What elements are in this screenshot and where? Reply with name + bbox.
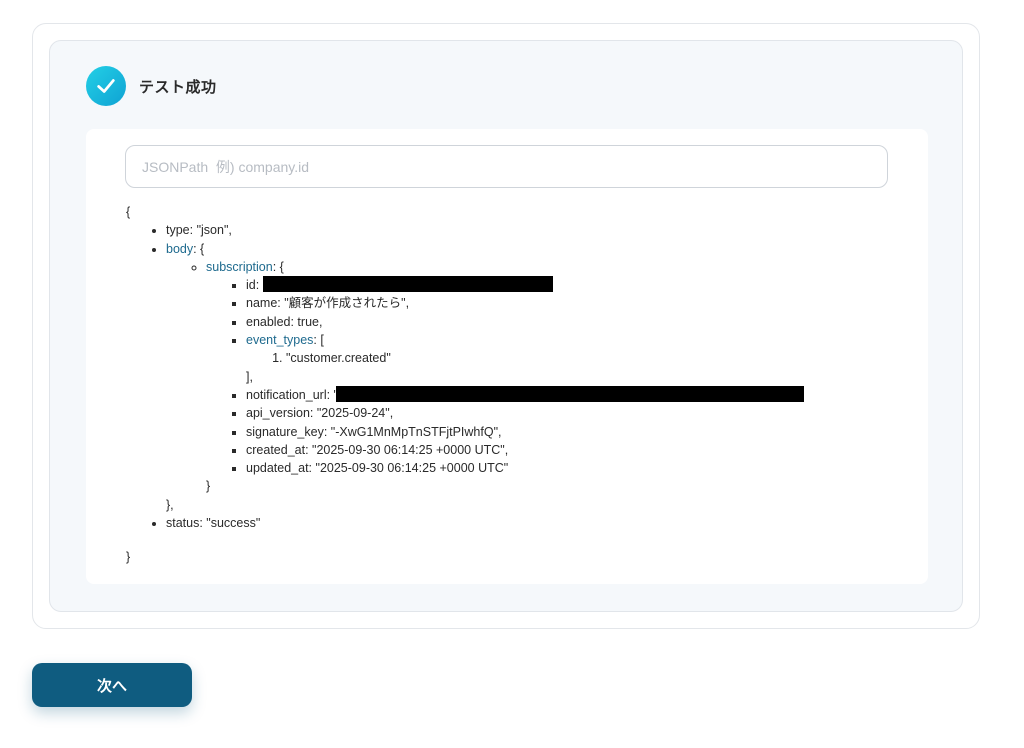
next-button[interactable]: 次へ bbox=[32, 663, 192, 707]
json-body-key[interactable]: body bbox=[166, 242, 193, 256]
json-enabled-line: enabled: true, bbox=[246, 313, 804, 331]
json-tree: { type: "json", body: { subscription: { … bbox=[126, 203, 804, 567]
redacted-block bbox=[336, 385, 804, 402]
json-id-line: id: bbox=[246, 276, 804, 294]
json-updated-at-line: updated_at: "2025-09-30 06:14:25 +0000 U… bbox=[246, 459, 804, 477]
json-event-types-close: ], bbox=[246, 369, 253, 384]
json-subscription-key[interactable]: subscription bbox=[206, 260, 273, 274]
json-created-at-line: created_at: "2025-09-30 06:14:25 +0000 U… bbox=[246, 441, 804, 459]
redacted-block bbox=[262, 276, 553, 293]
test-success-header: テスト成功 bbox=[86, 66, 217, 106]
json-notification-url-line: notification_url: " bbox=[246, 385, 804, 404]
jsonpath-search-input[interactable] bbox=[125, 145, 888, 188]
json-event-type-item: "customer.created" bbox=[286, 349, 804, 367]
json-type-line: type: "json", bbox=[166, 221, 804, 239]
json-api-version-line: api_version: "2025-09-24", bbox=[246, 404, 804, 422]
json-body-node: body: { subscription: { id: name: "顧客が作成… bbox=[166, 240, 804, 514]
json-open-brace: { bbox=[126, 205, 131, 219]
json-subscription-node: subscription: { id: name: "顧客が作成されたら", e… bbox=[206, 258, 804, 496]
json-event-types-node: event_types: [ "customer.created" ], bbox=[246, 331, 804, 386]
json-signature-key-line: signature_key: "-XwG1MnMpTnSTFjtPIwhfQ", bbox=[246, 423, 804, 441]
json-close-brace: } bbox=[126, 550, 131, 565]
json-status-line: status: "success" bbox=[166, 514, 804, 532]
json-body-close: }, bbox=[166, 497, 174, 512]
json-event-types-key[interactable]: event_types bbox=[246, 333, 313, 347]
json-name-line: name: "顧客が作成されたら", bbox=[246, 294, 804, 312]
check-circle-icon bbox=[86, 66, 126, 106]
json-subscription-close: } bbox=[206, 479, 211, 494]
test-success-title: テスト成功 bbox=[139, 78, 217, 96]
